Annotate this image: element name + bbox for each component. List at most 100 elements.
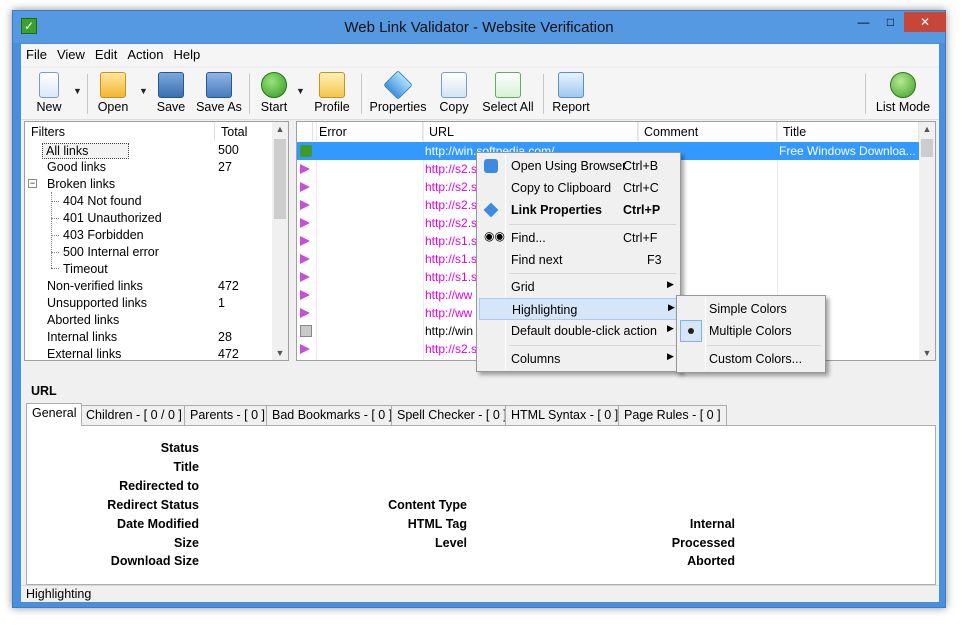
start-dropdown-arrow-icon[interactable]: ▼ bbox=[296, 86, 305, 96]
start-button-label: Start bbox=[260, 100, 288, 114]
menu-item-grid[interactable]: Grid ▶ bbox=[479, 276, 678, 298]
list-mode-button[interactable]: List Mode bbox=[873, 70, 933, 118]
title-label: Title bbox=[173, 460, 199, 474]
menu-help[interactable]: Help bbox=[168, 44, 205, 62]
scroll-down-arrow-icon[interactable]: ▼ bbox=[272, 348, 288, 358]
close-button[interactable]: ✕ bbox=[904, 12, 946, 32]
menu-item-label: Copy to Clipboard bbox=[511, 181, 612, 195]
url-column-header[interactable]: URL bbox=[423, 122, 638, 141]
title-column-header[interactable]: Title bbox=[777, 122, 919, 141]
links-scrollbar[interactable]: ▲ ▼ bbox=[919, 122, 935, 360]
save-button[interactable]: Save bbox=[153, 70, 189, 118]
open-button[interactable]: Open bbox=[91, 70, 135, 118]
menu-item-find-next[interactable]: Find next F3 bbox=[479, 249, 678, 271]
filter-count: 1 bbox=[218, 296, 225, 310]
unsupported-link-icon bbox=[300, 325, 312, 337]
status-column-header[interactable] bbox=[297, 122, 313, 141]
tab-children[interactable]: Children - [ 0 / 0 ] bbox=[80, 405, 188, 425]
radio-selected-indicator bbox=[680, 320, 702, 342]
save-as-button[interactable]: Save As bbox=[196, 70, 242, 118]
report-button[interactable]: Report bbox=[548, 70, 594, 118]
tab-parents[interactable]: Parents - [ 0 ] bbox=[184, 405, 272, 425]
menu-item-multiple-colors[interactable]: Multiple Colors bbox=[679, 320, 823, 342]
filter-row-401[interactable]: 401 Unauthorized bbox=[25, 210, 273, 227]
properties-icon bbox=[483, 202, 499, 218]
filter-row-internal[interactable]: Internal links 28 bbox=[25, 329, 273, 346]
filter-row-404[interactable]: 404 Not found bbox=[25, 193, 273, 210]
menu-item-label: Highlighting bbox=[512, 303, 578, 317]
scroll-up-arrow-icon[interactable]: ▲ bbox=[919, 124, 935, 134]
filter-row-external[interactable]: External links 472 bbox=[25, 346, 273, 363]
menu-item-shortcut: Ctrl+F bbox=[623, 231, 658, 245]
error-column-header[interactable]: Error bbox=[313, 122, 423, 141]
tab-bad-bookmarks[interactable]: Bad Bookmarks - [ 0 ] bbox=[266, 405, 399, 425]
submenu-arrow-icon: ▶ bbox=[668, 302, 675, 312]
select-all-button[interactable]: Select All bbox=[478, 70, 538, 118]
filter-row-broken-links[interactable]: − Broken links bbox=[25, 176, 273, 193]
new-dropdown-arrow-icon[interactable]: ▼ bbox=[73, 86, 82, 96]
menu-file[interactable]: File bbox=[21, 44, 52, 62]
scroll-up-arrow-icon[interactable]: ▲ bbox=[272, 124, 288, 134]
tab-page-rules[interactable]: Page Rules - [ 0 ] bbox=[618, 405, 727, 425]
filters-column-header[interactable]: Filters bbox=[25, 122, 215, 141]
copy-button[interactable]: Copy bbox=[435, 70, 473, 118]
filter-row-403[interactable]: 403 Forbidden bbox=[25, 227, 273, 244]
menu-view[interactable]: View bbox=[52, 44, 90, 62]
menu-item-default-double-click[interactable]: Default double-click action ▶ bbox=[479, 320, 678, 342]
date-modified-label: Date Modified bbox=[117, 517, 199, 531]
menu-item-custom-colors[interactable]: Custom Colors... bbox=[679, 348, 823, 370]
filter-name: Good links bbox=[47, 160, 107, 174]
filter-row-non-verified[interactable]: Non-verified links 472 bbox=[25, 278, 273, 295]
menu-item-copy-clipboard[interactable]: Copy to Clipboard Ctrl+C bbox=[479, 177, 678, 199]
properties-button[interactable]: Properties bbox=[366, 70, 430, 118]
menu-item-shortcut: Ctrl+C bbox=[623, 181, 659, 195]
menu-item-columns[interactable]: Columns ▶ bbox=[479, 348, 678, 370]
submenu-arrow-icon: ▶ bbox=[667, 279, 674, 289]
total-column-header[interactable]: Total bbox=[215, 122, 273, 141]
size-label: Size bbox=[173, 536, 199, 550]
menu-item-simple-colors[interactable]: Simple Colors bbox=[679, 298, 823, 320]
level-label: Level bbox=[435, 536, 467, 550]
scrollbar-thumb[interactable] bbox=[921, 139, 933, 157]
filter-name: 403 Forbidden bbox=[63, 228, 144, 242]
link-url: http://win bbox=[425, 324, 474, 338]
menu-item-label: Multiple Colors bbox=[709, 324, 792, 338]
menu-action[interactable]: Action bbox=[122, 44, 168, 62]
filter-count: 500 bbox=[218, 143, 239, 157]
filter-row-500[interactable]: 500 Internal error bbox=[25, 244, 273, 261]
menu-item-link-properties[interactable]: Link Properties Ctrl+P bbox=[479, 199, 678, 221]
minimize-button[interactable]: — bbox=[850, 12, 877, 32]
menu-item-label: Open Using Browser bbox=[511, 159, 627, 173]
profile-button-label: Profile bbox=[314, 100, 350, 114]
maximize-button[interactable]: □ bbox=[877, 12, 904, 32]
link-url: http://s1.s bbox=[425, 252, 478, 266]
redirected-to-label: Redirected to bbox=[119, 479, 199, 493]
scroll-down-arrow-icon[interactable]: ▼ bbox=[919, 348, 935, 358]
menu-item-highlighting[interactable]: Highlighting ▶ bbox=[479, 298, 678, 320]
open-dropdown-arrow-icon[interactable]: ▼ bbox=[139, 86, 148, 96]
menu-item-open-browser[interactable]: Open Using Browser Ctrl+B bbox=[479, 155, 678, 177]
filter-row-timeout[interactable]: Timeout bbox=[25, 261, 273, 278]
menu-edit[interactable]: Edit bbox=[90, 44, 122, 62]
collapse-icon[interactable]: − bbox=[28, 179, 37, 188]
filter-name: Broken links bbox=[47, 177, 116, 191]
new-button[interactable]: New bbox=[29, 70, 69, 118]
scrollbar-thumb[interactable] bbox=[274, 139, 286, 219]
tab-general[interactable]: General bbox=[26, 403, 83, 426]
start-button[interactable]: Start bbox=[255, 70, 293, 118]
title-bar[interactable]: ✓ Web Link Validator - Website Verificat… bbox=[13, 11, 946, 43]
filter-row-all-links[interactable]: All links 500 bbox=[25, 142, 273, 159]
menu-item-shortcut: Ctrl+P bbox=[623, 203, 661, 217]
profile-settings-icon bbox=[319, 72, 345, 98]
filter-row-good-links[interactable]: Good links 27 bbox=[25, 159, 273, 176]
link-url: http://s2.s bbox=[425, 216, 478, 230]
comment-column-header[interactable]: Comment bbox=[638, 122, 777, 141]
tab-spell-checker[interactable]: Spell Checker - [ 0 ] bbox=[391, 405, 513, 425]
filter-row-unsupported[interactable]: Unsupported links 1 bbox=[25, 295, 273, 312]
menu-item-find[interactable]: ◉◉ Find... Ctrl+F bbox=[479, 227, 678, 249]
profile-button[interactable]: Profile bbox=[309, 70, 355, 118]
tab-html-syntax[interactable]: HTML Syntax - [ 0 ] bbox=[505, 405, 625, 425]
filter-row-aborted[interactable]: Aborted links bbox=[25, 312, 273, 329]
filters-scrollbar[interactable]: ▲ ▼ bbox=[272, 122, 288, 360]
filter-count: 28 bbox=[218, 330, 232, 344]
